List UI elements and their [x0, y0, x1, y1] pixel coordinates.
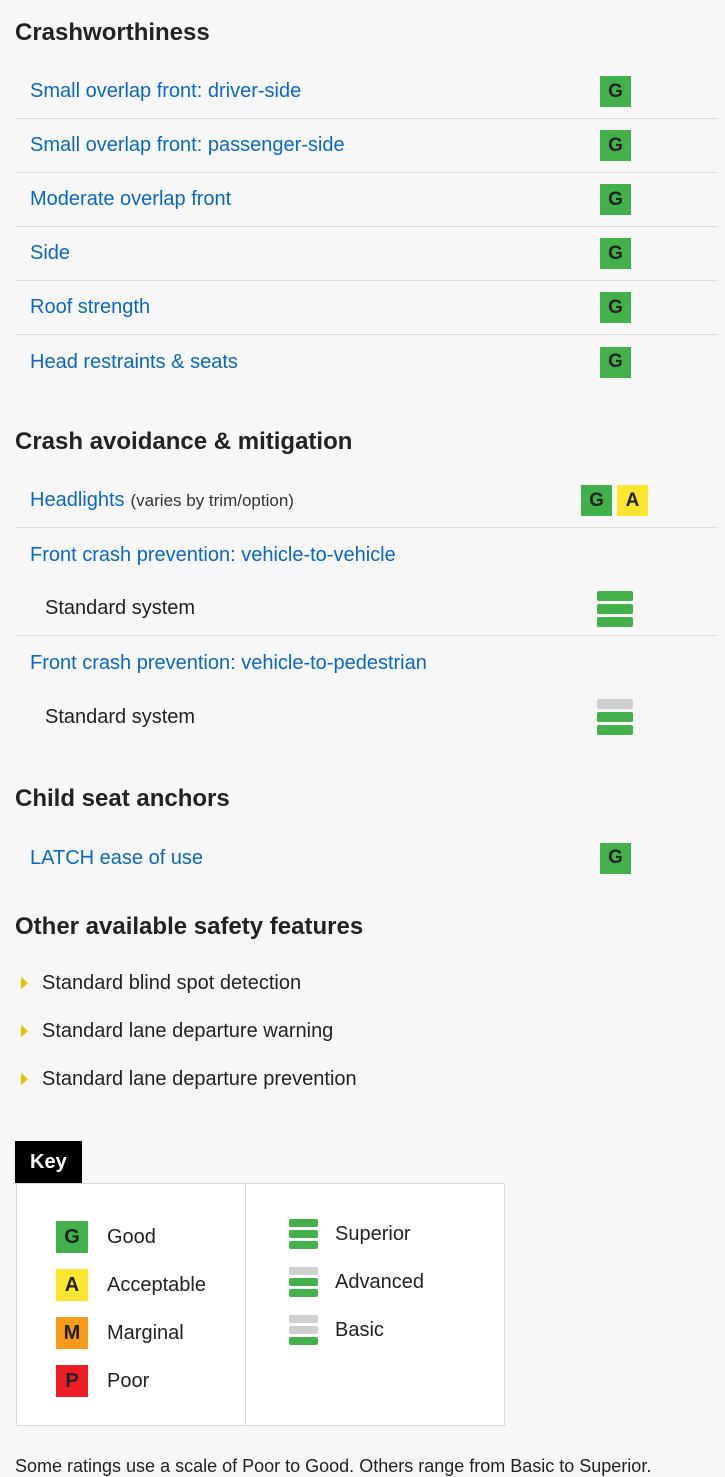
list-item: Standard lane departure warning [15, 1007, 718, 1055]
advanced-rating-bars [597, 690, 633, 744]
good-badge: G [56, 1221, 88, 1253]
rating-row-roof-strength: Roof strength G [15, 281, 718, 335]
other-features-title: Other available safety features [15, 913, 364, 940]
superior-rating-bars [597, 582, 633, 635]
caret-right-icon [21, 1073, 28, 1085]
rating-badge: G [600, 292, 631, 323]
key-item-superior: Superior [246, 1210, 504, 1258]
rating-badge: G [600, 130, 631, 161]
caret-right-icon [21, 977, 28, 989]
features-list: Standard blind spot detection Standard l… [15, 959, 718, 1103]
crashworthiness-list: Small overlap front: driver-side G Small… [15, 65, 718, 389]
rating-badge: G [600, 76, 631, 107]
standard-system-label: Standard system [45, 597, 196, 619]
list-item: Standard blind spot detection [15, 959, 718, 1007]
rating-row-v2v-standard: Standard system [15, 582, 718, 636]
standard-system-label: Standard system [45, 705, 196, 728]
rating-row-v2v: Front crash prevention: vehicle-to-vehic… [15, 528, 718, 582]
child-seat-title: Child seat anchors [15, 785, 230, 812]
small-overlap-driver-link[interactable]: Small overlap front: driver-side [30, 80, 301, 103]
poor-badge: P [56, 1365, 88, 1397]
key-item-advanced: Advanced [246, 1258, 504, 1306]
front-crash-v2v-link[interactable]: Front crash prevention: vehicle-to-vehic… [30, 544, 396, 567]
rating-badge: G [600, 346, 631, 378]
superior-bars-icon [289, 1219, 318, 1249]
rating-badge: G [600, 184, 631, 215]
basic-bars-icon [289, 1315, 318, 1345]
rating-row-small-overlap-passenger: Small overlap front: passenger-side G [15, 119, 718, 173]
section-crash-avoidance: Crash avoidance & mitigation [15, 409, 718, 474]
rating-badge: G [600, 842, 631, 874]
small-overlap-passenger-link[interactable]: Small overlap front: passenger-side [30, 134, 345, 157]
rating-row-v2p: Front crash prevention: vehicle-to-pedes… [15, 636, 718, 690]
rating-row-small-overlap-driver: Small overlap front: driver-side G [15, 65, 718, 119]
roof-strength-link[interactable]: Roof strength [30, 296, 150, 319]
rating-row-head-restraints: Head restraints & seats G [15, 335, 718, 389]
rating-badge: G [600, 238, 631, 269]
list-item: Standard lane departure prevention [15, 1055, 718, 1103]
rating-key: Key G Good A Acceptable M Marginal P Poo… [15, 1141, 718, 1426]
crashworthiness-title: Crashworthiness [15, 19, 210, 46]
key-item-marginal: M Marginal [17, 1309, 245, 1357]
section-child-seat: Child seat anchors [15, 766, 718, 831]
rating-badge-good: G [581, 485, 612, 516]
rating-row-side: Side G [15, 227, 718, 281]
crash-avoidance-title: Crash avoidance & mitigation [15, 428, 353, 455]
head-restraints-link[interactable]: Head restraints & seats [30, 351, 238, 374]
key-box: G Good A Acceptable M Marginal P Poor Su… [16, 1183, 505, 1426]
marginal-badge: M [56, 1317, 88, 1349]
section-other-features: Other available safety features [15, 894, 718, 959]
rating-badge-acceptable: A [617, 485, 648, 516]
key-level-ratings: Superior Advanced Basic [246, 1184, 504, 1425]
rating-row-latch: LATCH ease of use G [15, 831, 718, 885]
rating-row-v2p-standard: Standard system [15, 690, 718, 744]
caret-right-icon [21, 1025, 28, 1037]
moderate-overlap-link[interactable]: Moderate overlap front [30, 188, 231, 211]
side-link[interactable]: Side [30, 242, 70, 265]
latch-link[interactable]: LATCH ease of use [30, 847, 203, 870]
advanced-bars-icon [289, 1267, 318, 1297]
key-item-good: G Good [17, 1213, 245, 1261]
headlights-note: (varies by trim/option) [130, 490, 294, 510]
key-title: Key [15, 1141, 82, 1183]
key-footnote: Some ratings use a scale of Poor to Good… [15, 1456, 652, 1476]
front-crash-v2p-link[interactable]: Front crash prevention: vehicle-to-pedes… [30, 652, 427, 675]
key-item-basic: Basic [246, 1306, 504, 1354]
key-item-acceptable: A Acceptable [17, 1261, 245, 1309]
rating-row-headlights: Headlights (varies by trim/option) G A [15, 474, 718, 528]
key-item-poor: P Poor [17, 1357, 245, 1405]
acceptable-badge: A [56, 1269, 88, 1301]
rating-row-moderate-overlap: Moderate overlap front G [15, 173, 718, 227]
key-letter-ratings: G Good A Acceptable M Marginal P Poor [17, 1184, 246, 1425]
headlights-link[interactable]: Headlights [30, 489, 125, 512]
section-crashworthiness: Crashworthiness [15, 0, 718, 65]
